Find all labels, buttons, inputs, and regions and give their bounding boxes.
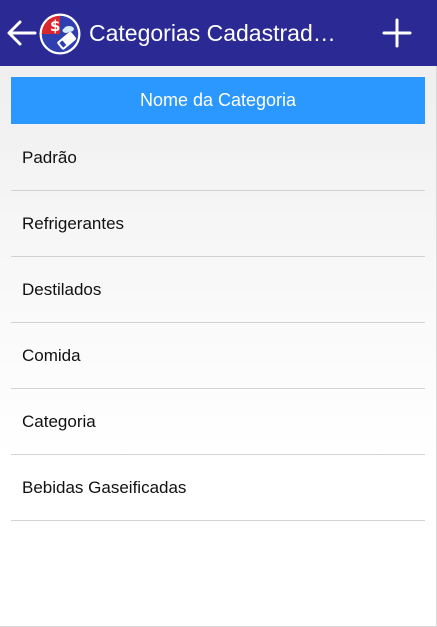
list-item[interactable]: Comida bbox=[11, 323, 425, 389]
list-item[interactable]: Categoria bbox=[11, 389, 425, 455]
list-item[interactable]: Bebidas Gaseificadas bbox=[11, 455, 425, 521]
screen: $ Categorias Cadastrad… Nome da Categori… bbox=[0, 0, 437, 627]
list-item[interactable]: Refrigerantes bbox=[11, 191, 425, 257]
app-title: Categorias Cadastrad… bbox=[89, 20, 336, 46]
app-logo-icon: $ bbox=[38, 12, 82, 56]
app-bar: $ Categorias Cadastrad… bbox=[0, 0, 437, 66]
back-button[interactable] bbox=[4, 15, 38, 51]
category-list: Padrão Refrigerantes Destilados Comida C… bbox=[11, 125, 425, 521]
arrow-left-icon bbox=[7, 20, 37, 46]
plus-icon bbox=[382, 18, 412, 48]
category-name-header: Nome da Categoria bbox=[11, 77, 425, 124]
list-item[interactable]: Padrão bbox=[11, 125, 425, 191]
list-item[interactable]: Destilados bbox=[11, 257, 425, 323]
svg-text:$: $ bbox=[50, 17, 60, 35]
add-button[interactable] bbox=[379, 15, 415, 51]
